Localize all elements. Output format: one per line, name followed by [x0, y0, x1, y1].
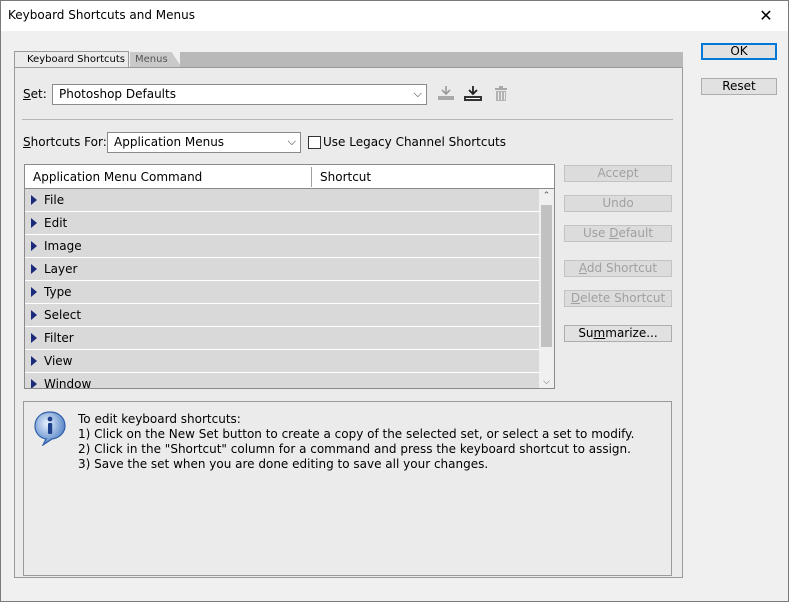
column-header-command[interactable]: Application Menu Command [33, 170, 202, 184]
scroll-down-icon[interactable]: ⌵ [539, 375, 554, 388]
table-row[interactable]: Image [25, 235, 539, 258]
info-box: To edit keyboard shortcuts: 1) Click on … [23, 401, 672, 576]
expand-triangle-icon[interactable] [31, 195, 37, 205]
table-header: Application Menu Command Shortcut [25, 165, 554, 189]
column-header-shortcut[interactable]: Shortcut [320, 170, 371, 184]
delete-shortcut-button[interactable]: Delete Shortcut [564, 290, 672, 307]
table-row[interactable]: File [25, 189, 539, 212]
table-row[interactable]: Window [25, 373, 539, 388]
scrollbar-thumb[interactable] [541, 205, 552, 347]
expand-triangle-icon[interactable] [31, 379, 37, 388]
delete-set-icon[interactable] [494, 86, 508, 105]
undo-button[interactable]: Undo [564, 195, 672, 212]
summarize-button[interactable]: Summarize... [564, 325, 672, 342]
use-default-button[interactable]: Use Default [564, 225, 672, 242]
table-row[interactable]: View [25, 350, 539, 373]
column-divider[interactable] [311, 167, 312, 187]
shortcuts-table: Application Menu Command Shortcut File E… [24, 164, 555, 389]
accept-button[interactable]: Accept [564, 165, 672, 182]
vertical-scrollbar[interactable]: ⌃ ⌵ [539, 189, 554, 388]
chevron-down-icon: ⌵ [287, 135, 296, 148]
set-label: Set: [23, 87, 47, 101]
ok-button[interactable]: OK [701, 43, 777, 60]
set-select[interactable]: Photoshop Defaults ⌵ [52, 84, 427, 105]
info-icon [33, 410, 67, 449]
window-title: Keyboard Shortcuts and Menus [8, 8, 195, 22]
reset-button[interactable]: Reset [701, 78, 777, 95]
save-set-icon[interactable] [437, 85, 455, 104]
close-button[interactable]: ✕ [743, 0, 789, 31]
shortcuts-for-label: Shortcuts For: [23, 135, 107, 149]
shortcuts-for-value: Application Menus [114, 135, 225, 149]
add-shortcut-button[interactable]: Add Shortcut [564, 260, 672, 277]
tab-strip-filler [180, 52, 683, 68]
table-row[interactable]: Layer [25, 258, 539, 281]
separator [22, 119, 673, 120]
table-row[interactable]: Type [25, 281, 539, 304]
title-bar: Keyboard Shortcuts and Menus ✕ [0, 0, 789, 31]
chevron-down-icon: ⌵ [413, 87, 422, 100]
tab-strip: Keyboard Shortcuts Menus [14, 51, 683, 68]
tab-menus[interactable]: Menus [130, 52, 182, 68]
expand-triangle-icon[interactable] [31, 241, 37, 251]
expand-triangle-icon[interactable] [31, 218, 37, 228]
table-row[interactable]: Select [25, 304, 539, 327]
expand-triangle-icon[interactable] [31, 310, 37, 320]
table-rows: File Edit Image Layer Type Select Filter… [25, 189, 539, 388]
scroll-up-icon[interactable]: ⌃ [539, 189, 554, 203]
new-set-icon[interactable] [463, 85, 483, 106]
expand-triangle-icon[interactable] [31, 287, 37, 297]
shortcuts-for-select[interactable]: Application Menus ⌵ [107, 132, 301, 153]
legacy-channel-checkbox[interactable] [308, 136, 321, 149]
tab-keyboard-shortcuts[interactable]: Keyboard Shortcuts [14, 51, 129, 68]
table-row[interactable]: Filter [25, 327, 539, 350]
table-row[interactable]: Edit [25, 212, 539, 235]
legacy-channel-label: Use Legacy Channel Shortcuts [323, 135, 507, 149]
expand-triangle-icon[interactable] [31, 264, 37, 274]
expand-triangle-icon[interactable] [31, 356, 37, 366]
info-text: To edit keyboard shortcuts: 1) Click on … [78, 412, 635, 471]
set-select-value: Photoshop Defaults [59, 87, 176, 101]
expand-triangle-icon[interactable] [31, 333, 37, 343]
